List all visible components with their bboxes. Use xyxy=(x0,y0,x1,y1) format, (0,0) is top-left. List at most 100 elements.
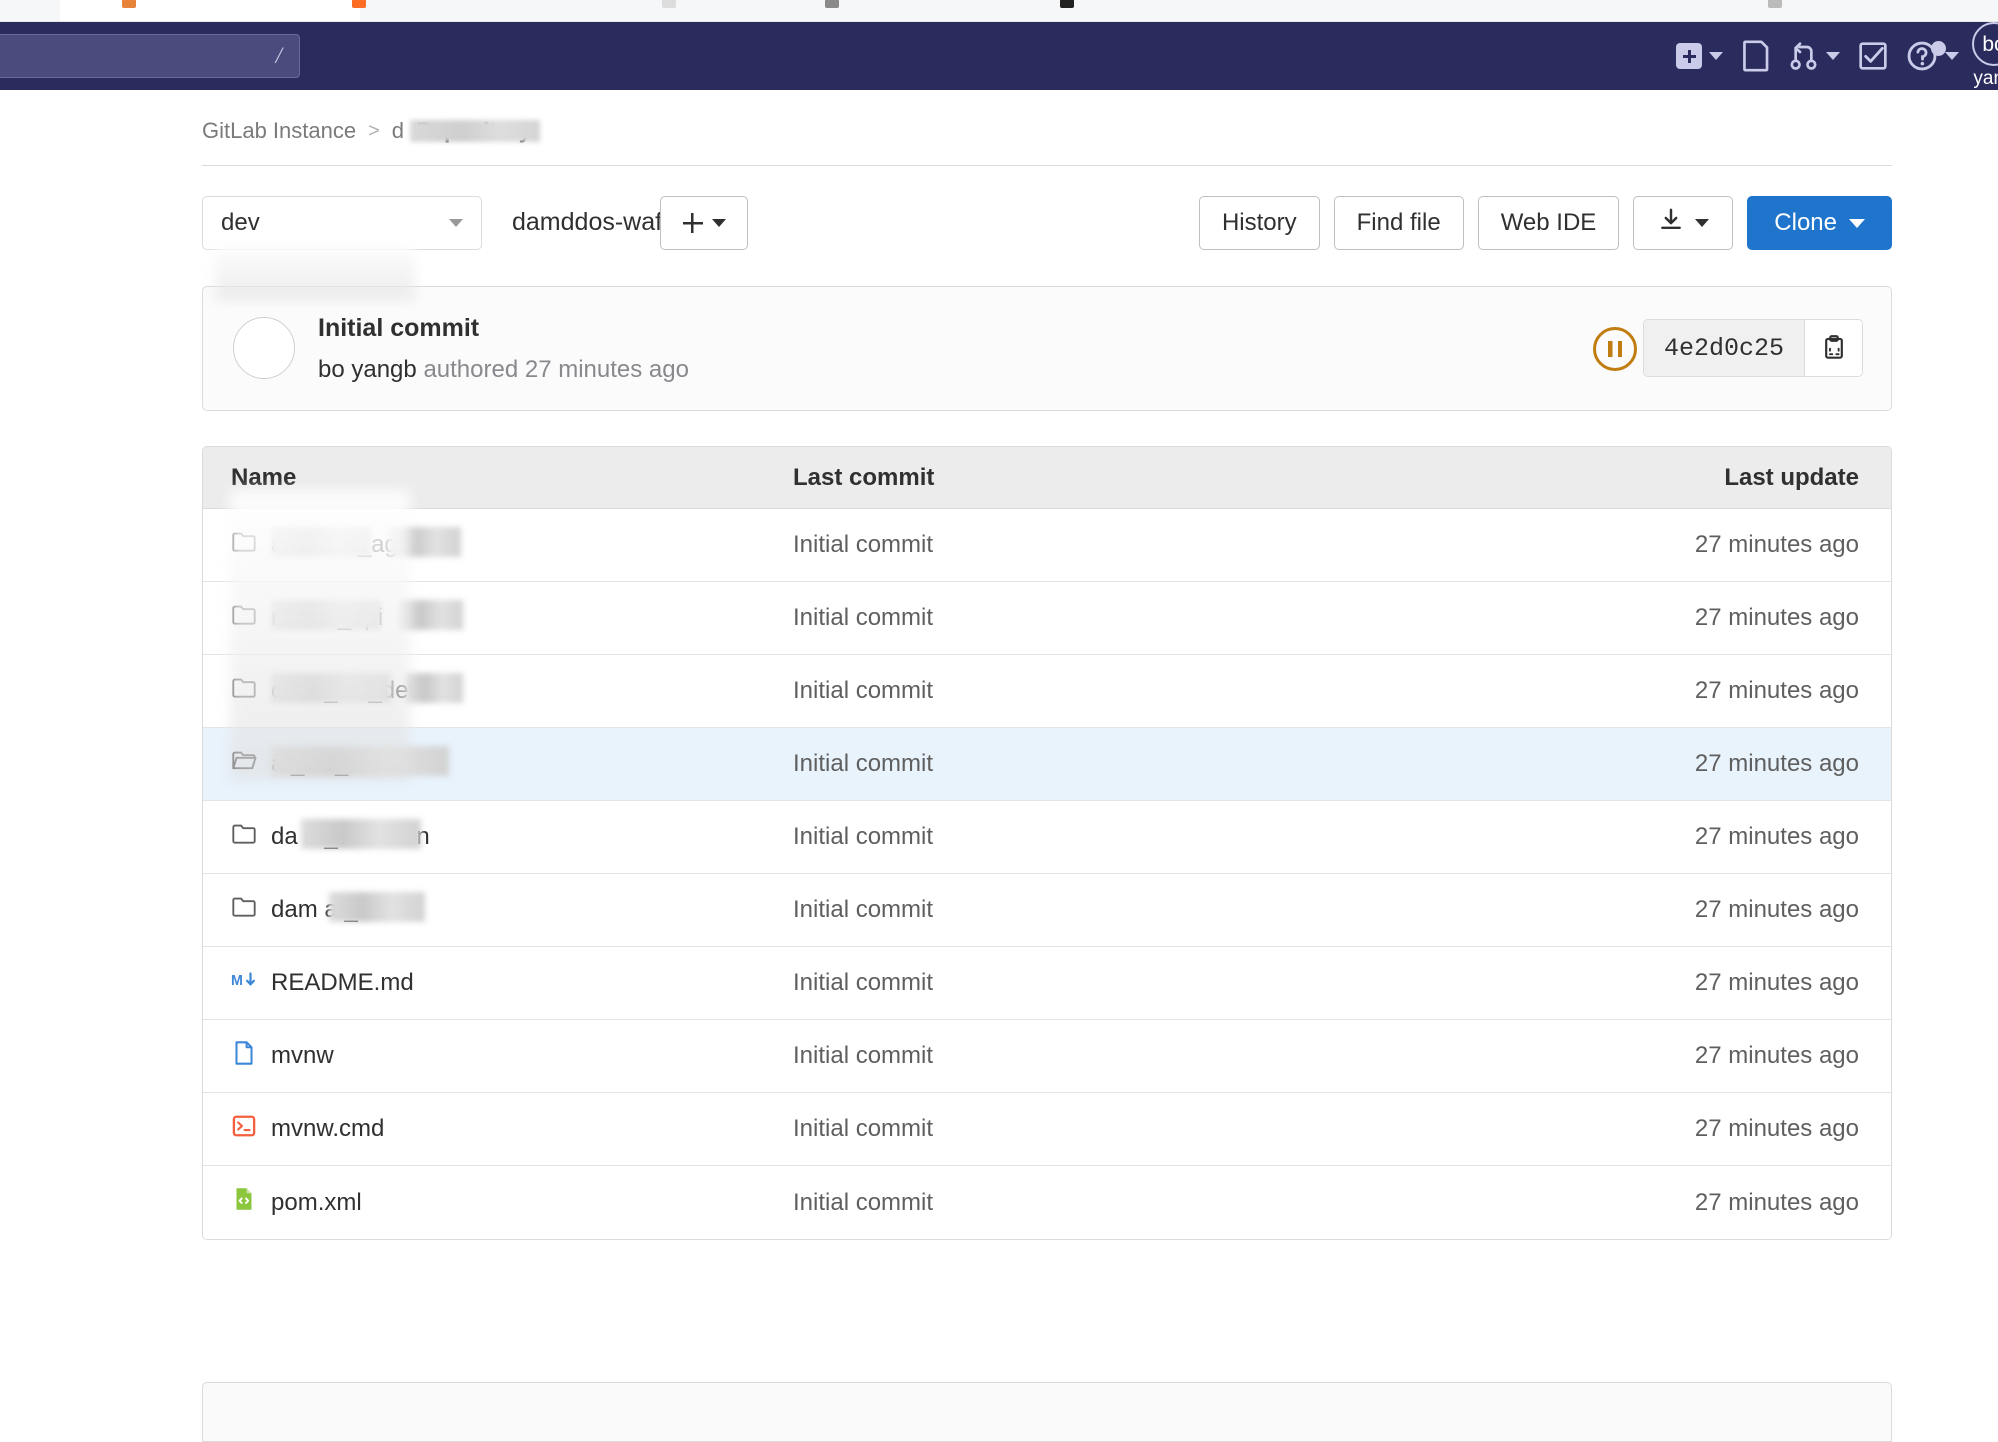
table-row[interactable]: mvnw.cmd Initial commit 27 minutes ago xyxy=(203,1093,1891,1166)
last-commit-cell[interactable]: Initial commit xyxy=(793,750,1583,778)
issues-button[interactable] xyxy=(1732,22,1780,90)
table-row[interactable]: af_biz_mod Initial commit 27 minutes ago xyxy=(203,728,1891,801)
pipeline-status-icon[interactable] xyxy=(1593,327,1637,371)
last-commit-cell[interactable]: Initial commit xyxy=(793,531,1583,559)
redaction-overlay xyxy=(271,527,371,557)
search-shortcut-hint: / xyxy=(275,43,282,68)
browser-tab[interactable] xyxy=(60,0,360,21)
table-row[interactable]: ndd af_api Initial commit 27 minutes ago xyxy=(203,582,1891,655)
commit-sha[interactable]: 4e2d0c25 xyxy=(1643,320,1804,376)
markdown-icon: M xyxy=(231,967,257,1000)
table-row[interactable]: M README.md Initial commit 27 minutes ag… xyxy=(203,947,1891,1020)
clone-label: Clone xyxy=(1774,209,1837,236)
divider xyxy=(202,165,1892,166)
commit-title[interactable]: Initial commit xyxy=(318,314,479,343)
file-name-cell: af_biz_mod xyxy=(203,746,793,781)
find-file-button[interactable]: Find file xyxy=(1333,196,1464,250)
readme-preview-card xyxy=(202,1382,1892,1442)
pause-icon xyxy=(1608,341,1622,357)
plus-square-icon xyxy=(1676,43,1702,69)
breadcrumb-project[interactable]: d xyxy=(391,118,540,144)
path-root: damddos-waf xyxy=(512,208,663,236)
xml-code-icon xyxy=(231,1186,257,1219)
folder-icon xyxy=(231,894,257,927)
table-row[interactable]: dam af_web Initial commit 27 minutes ago xyxy=(203,874,1891,947)
clipboard-icon xyxy=(1824,335,1843,359)
chevron-down-icon xyxy=(711,219,726,227)
browser-tab-strip xyxy=(0,0,1998,22)
file-name-cell: mvnw.cmd xyxy=(203,1113,793,1146)
table-row[interactable]: mvnw Initial commit 27 minutes ago xyxy=(203,1020,1891,1093)
add-to-tree-button[interactable] xyxy=(660,196,748,250)
last-commit-cell[interactable]: Initial commit xyxy=(793,677,1583,705)
folder-open-icon xyxy=(231,748,257,781)
last-commit-cell[interactable]: Initial commit xyxy=(793,823,1583,851)
breadcrumb-separator: > xyxy=(368,119,380,142)
repository-toolbar: dev damddos-waf / History Find file Web … xyxy=(202,196,1892,252)
column-header-name[interactable]: Name xyxy=(203,464,793,492)
folder-icon xyxy=(231,529,257,562)
last-commit-cell[interactable]: Initial commit xyxy=(793,604,1583,632)
last-commit-cell[interactable]: Initial commit xyxy=(793,896,1583,924)
chevron-down-icon xyxy=(1945,52,1959,60)
web-ide-button[interactable]: Web IDE xyxy=(1477,196,1620,250)
help-button[interactable] xyxy=(1897,22,1968,90)
file-entry-link[interactable]: pom.xml xyxy=(271,1189,362,1217)
folder-open-icon xyxy=(232,751,257,769)
file-entry-link[interactable]: af_biz_mod xyxy=(271,746,449,778)
chevron-down-icon xyxy=(1694,219,1709,227)
file-entry-link[interactable]: README.md xyxy=(271,969,414,997)
file-entry-link[interactable]: da af_common xyxy=(271,819,430,851)
search-input[interactable]: / xyxy=(0,34,300,78)
file-name-cell: dam af_web xyxy=(203,892,793,927)
avatar-username: yang xyxy=(1973,68,1998,89)
last-update-cell: 27 minutes ago xyxy=(1694,750,1859,777)
last-commit-cell[interactable]: Initial commit xyxy=(793,969,1583,997)
history-button[interactable]: History xyxy=(1198,196,1320,250)
last-commit-cell[interactable]: Initial commit xyxy=(793,1115,1583,1143)
commit-author-name[interactable]: bo yangb xyxy=(318,356,417,383)
folder-icon xyxy=(231,675,257,708)
file-entry-link[interactable]: amdd af_agent xyxy=(271,527,461,559)
chevron-down-icon xyxy=(1709,52,1723,60)
navbar-actions: bo yang xyxy=(1667,22,1998,90)
table-row[interactable]: da af_common Initial commit 27 minutes a… xyxy=(203,801,1891,874)
chevron-down-icon xyxy=(449,219,463,227)
table-row[interactable]: dd af_biz_device Initial commit 27 minut… xyxy=(203,655,1891,728)
commit-sha-group: 4e2d0c25 xyxy=(1642,319,1863,377)
user-avatar-menu[interactable]: bo yang xyxy=(1968,22,1998,90)
file-entry-link[interactable]: dd af_biz_device xyxy=(271,673,463,705)
breadcrumb-instance[interactable]: GitLab Instance xyxy=(202,118,356,144)
new-dropdown-button[interactable] xyxy=(1667,22,1732,90)
tab-favicon xyxy=(122,0,136,8)
file-name-cell: dd af_biz_device xyxy=(203,673,793,708)
tab-favicon xyxy=(1768,0,1782,8)
toolbar-actions: History Find file Web IDE Clone xyxy=(1198,196,1892,250)
branch-selector[interactable]: dev xyxy=(202,196,482,250)
last-update-cell: 27 minutes ago xyxy=(1694,677,1859,704)
file-entry-link[interactable]: ndd af_api xyxy=(271,600,463,632)
last-update-cell: 27 minutes ago xyxy=(1694,969,1859,996)
file-entry-link[interactable]: mvnw xyxy=(271,1042,334,1070)
last-commit-cell[interactable]: Initial commit xyxy=(793,1189,1583,1217)
copy-sha-button[interactable] xyxy=(1804,320,1862,376)
table-row[interactable]: pom.xml Initial commit 27 minutes ago xyxy=(203,1166,1891,1239)
table-body: amdd af_agent Initial commit 27 minutes … xyxy=(203,509,1891,1239)
download-dropdown-button[interactable] xyxy=(1633,196,1734,250)
avatar: bo xyxy=(1972,22,1998,66)
folder-icon xyxy=(232,678,256,698)
last-commit-cell[interactable]: Initial commit xyxy=(793,1042,1583,1070)
file-entry-link[interactable]: mvnw.cmd xyxy=(271,1115,384,1143)
file-name-cell: ndd af_api xyxy=(203,600,793,635)
last-update-cell: 27 minutes ago xyxy=(1694,1042,1859,1069)
folder-icon xyxy=(232,897,256,917)
table-row[interactable]: amdd af_agent Initial commit 27 minutes … xyxy=(203,509,1891,582)
clone-button[interactable]: Clone xyxy=(1747,196,1892,250)
file-entry-link[interactable]: dam af_web xyxy=(271,892,425,924)
breadcrumb-project-label: d xyxy=(391,118,405,143)
gitlab-top-navbar: / b ya xyxy=(0,22,1998,90)
todos-button[interactable] xyxy=(1849,22,1897,90)
branch-name: dev xyxy=(221,209,260,236)
merge-requests-button[interactable] xyxy=(1780,22,1849,90)
redaction-overlay xyxy=(399,600,463,630)
